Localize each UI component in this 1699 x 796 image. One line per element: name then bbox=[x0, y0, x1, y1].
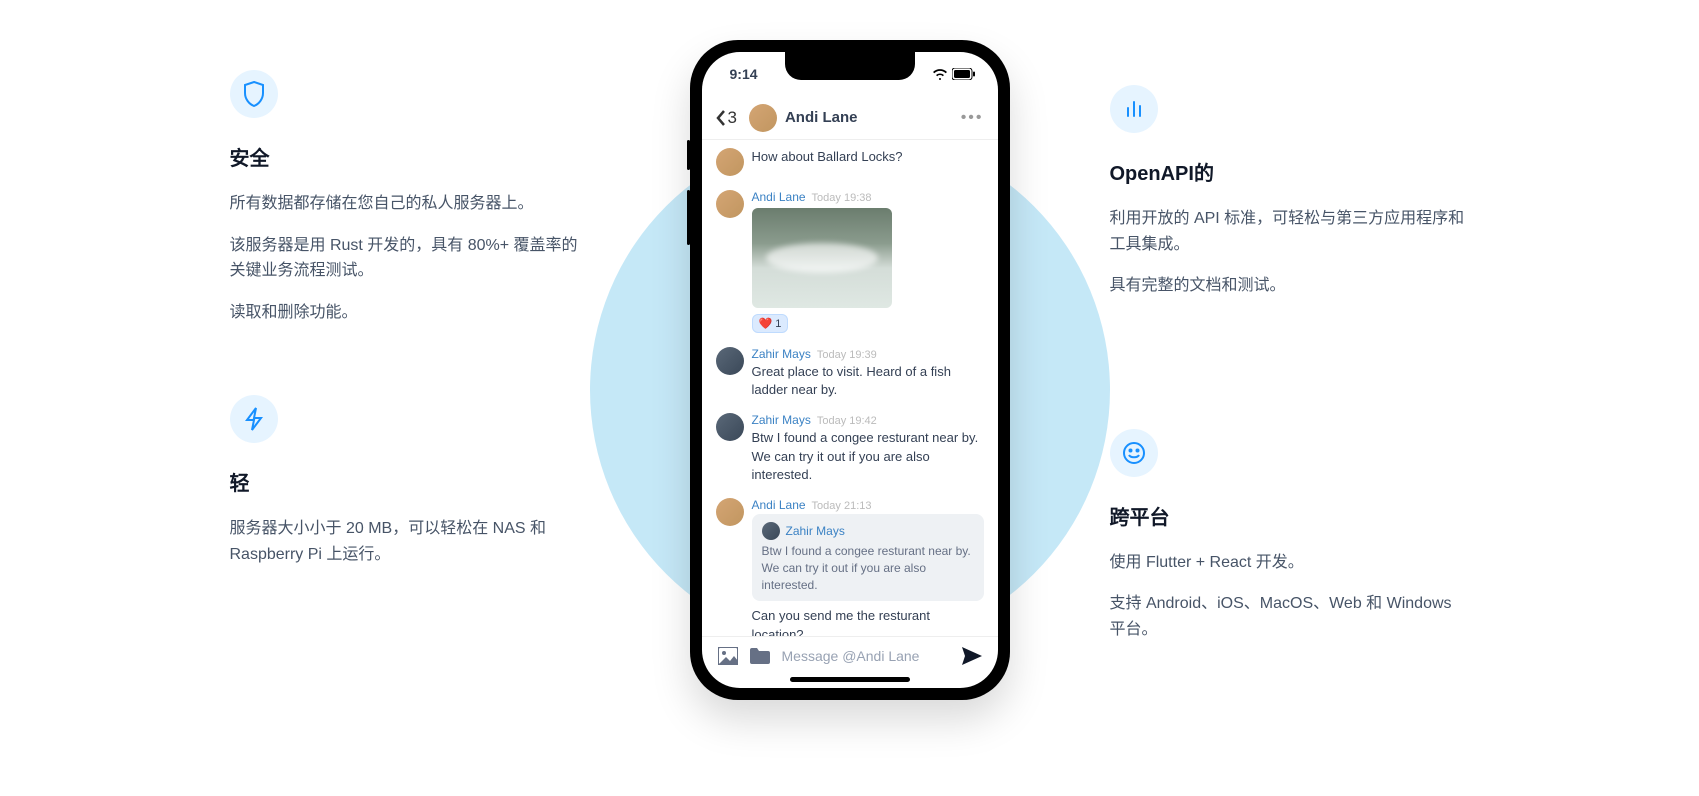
home-indicator bbox=[790, 677, 910, 682]
message-sender: Andi Lane bbox=[752, 190, 806, 204]
send-icon[interactable] bbox=[962, 647, 982, 665]
status-indicators bbox=[932, 68, 976, 80]
battery-icon bbox=[952, 68, 976, 80]
message-row: How about Ballard Locks? bbox=[716, 148, 984, 176]
feature-text: 所有数据都存储在您自己的私人服务器上。 bbox=[230, 191, 590, 217]
back-count: 3 bbox=[728, 108, 737, 128]
feature-text: 具有完整的文档和测试。 bbox=[1110, 273, 1470, 299]
feature-text: 利用开放的 API 标准，可轻松与第三方应用程序和工具集成。 bbox=[1110, 206, 1470, 257]
phone-screen: 9:14 3 Andi Lane ••• bbox=[702, 52, 998, 688]
quoted-message[interactable]: Zahir Mays Btw I found a congee resturan… bbox=[752, 514, 984, 601]
right-feature-column: OpenAPI的 利用开放的 API 标准，可轻松与第三方应用程序和工具集成。 … bbox=[1110, 40, 1470, 643]
feature-title: 跨平台 bbox=[1110, 501, 1470, 530]
feature-openapi: OpenAPI的 利用开放的 API 标准，可轻松与第三方应用程序和工具集成。 … bbox=[1110, 85, 1470, 299]
feature-light: 轻 服务器大小小于 20 MB，可以轻松在 NAS 和 Raspberry Pi… bbox=[230, 395, 590, 567]
message-avatar[interactable] bbox=[716, 347, 744, 375]
status-time: 9:14 bbox=[730, 66, 758, 82]
reaction-count: 1 bbox=[775, 318, 781, 330]
message-time: Today 19:39 bbox=[817, 349, 877, 361]
image-icon[interactable] bbox=[718, 647, 738, 665]
wifi-icon bbox=[932, 68, 948, 80]
contact-avatar[interactable] bbox=[749, 104, 777, 132]
message-avatar[interactable] bbox=[716, 190, 744, 218]
quote-text: Btw I found a congee resturant near by. … bbox=[762, 543, 974, 593]
message-input-bar: Message @Andi Lane bbox=[702, 636, 998, 673]
quote-sender: Zahir Mays bbox=[786, 524, 845, 538]
feature-text: 该服务器是用 Rust 开发的，具有 80%+ 覆盖率的关键业务流程测试。 bbox=[230, 233, 590, 284]
chart-icon bbox=[1110, 85, 1158, 133]
feature-text: 服务器大小小于 20 MB，可以轻松在 NAS 和 Raspberry Pi 上… bbox=[230, 516, 590, 567]
phone-showcase: 9:14 3 Andi Lane ••• bbox=[650, 40, 1050, 700]
chevron-left-icon bbox=[716, 110, 726, 126]
feature-text: 使用 Flutter + React 开发。 bbox=[1110, 550, 1470, 576]
left-feature-column: 安全 所有数据都存储在您自己的私人服务器上。 该服务器是用 Rust 开发的，具… bbox=[230, 40, 590, 568]
feature-text: 支持 Android、iOS、MacOS、Web 和 Windows 平台。 bbox=[1110, 591, 1470, 642]
message-row: Zahir Mays Today 19:39 Great place to vi… bbox=[716, 347, 984, 399]
message-row: Zahir Mays Today 19:42 Btw I found a con… bbox=[716, 413, 984, 484]
feature-title: OpenAPI的 bbox=[1110, 157, 1470, 186]
message-sender: Andi Lane bbox=[752, 498, 806, 512]
heart-icon: ❤️ bbox=[759, 317, 773, 330]
lightning-icon bbox=[230, 395, 278, 443]
message-time: Today 19:42 bbox=[817, 415, 877, 427]
messages-list[interactable]: How about Ballard Locks? Andi Lane Today… bbox=[702, 140, 998, 636]
message-text: Can you send me the resturant location? bbox=[752, 607, 984, 636]
back-button[interactable]: 3 bbox=[716, 108, 737, 128]
smile-icon bbox=[1110, 429, 1158, 477]
message-avatar[interactable] bbox=[716, 413, 744, 441]
phone-notch bbox=[785, 52, 915, 80]
message-row: Andi Lane Today 21:13 Zahir Mays Btw I f… bbox=[716, 498, 984, 636]
message-avatar[interactable] bbox=[716, 498, 744, 526]
feature-security: 安全 所有数据都存储在您自己的私人服务器上。 该服务器是用 Rust 开发的，具… bbox=[230, 70, 590, 325]
message-sender: Zahir Mays bbox=[752, 347, 811, 361]
more-button[interactable]: ••• bbox=[961, 109, 984, 127]
message-time: Today 21:13 bbox=[812, 500, 872, 512]
message-avatar[interactable] bbox=[716, 148, 744, 176]
quote-avatar bbox=[762, 522, 780, 540]
folder-icon[interactable] bbox=[750, 648, 770, 664]
feature-title: 轻 bbox=[230, 467, 590, 496]
feature-crossplatform: 跨平台 使用 Flutter + React 开发。 支持 Android、iO… bbox=[1110, 429, 1470, 643]
message-text: Btw I found a congee resturant near by. … bbox=[752, 429, 984, 484]
message-row: Andi Lane Today 19:38 ❤️ 1 bbox=[716, 190, 984, 333]
message-reaction[interactable]: ❤️ 1 bbox=[752, 314, 789, 333]
phone-frame: 9:14 3 Andi Lane ••• bbox=[690, 40, 1010, 700]
message-image[interactable] bbox=[752, 208, 892, 308]
message-sender: Zahir Mays bbox=[752, 413, 811, 427]
feature-title: 安全 bbox=[230, 142, 590, 171]
message-text: Great place to visit. Heard of a fish la… bbox=[752, 363, 984, 399]
contact-name: Andi Lane bbox=[785, 109, 953, 126]
shield-icon bbox=[230, 70, 278, 118]
message-time: Today 19:38 bbox=[812, 192, 872, 204]
chat-header: 3 Andi Lane ••• bbox=[702, 96, 998, 140]
message-input[interactable]: Message @Andi Lane bbox=[782, 648, 950, 664]
feature-text: 读取和删除功能。 bbox=[230, 300, 590, 326]
message-text: How about Ballard Locks? bbox=[752, 148, 984, 166]
